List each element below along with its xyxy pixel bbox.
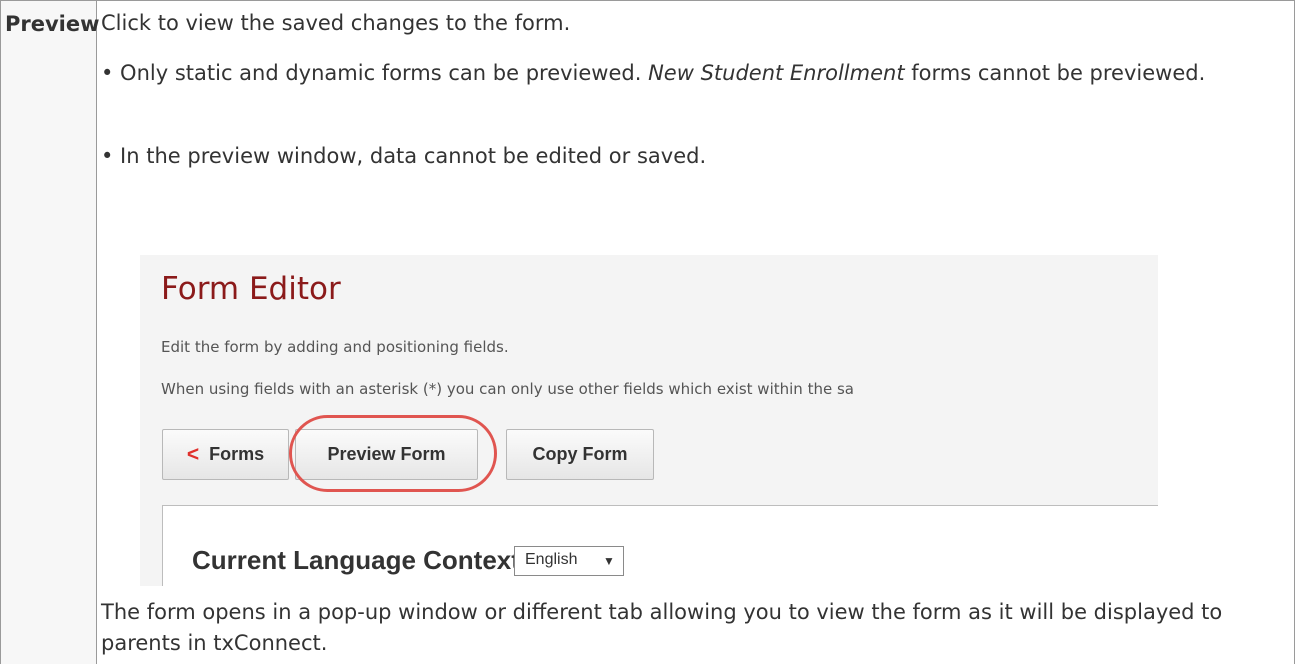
language-context-label: Current Language Context: [192,545,529,575]
forms-back-button[interactable]: < Forms [162,429,289,480]
intro-text: Click to view the saved changes to the f… [101,11,571,35]
language-select-value: English [525,551,578,568]
form-editor-desc-1: Edit the form by adding and positioning … [161,338,509,356]
language-select[interactable]: English ▼ [514,546,624,576]
term-cell [1,1,96,664]
bullet1-italic: New Student Enrollment [648,61,905,85]
column-divider [96,0,97,664]
copy-form-button[interactable]: Copy Form [506,429,654,480]
outro-text: The form opens in a pop-up window or dif… [101,600,1223,655]
form-editor-desc-2: When using fields with an asterisk (*) y… [161,380,854,398]
bullet1-text-end: forms cannot be previewed. [904,61,1206,85]
bullet1-text: • Only static and dynamic forms can be p… [101,61,649,85]
bullet-static-dynamic: • Only static and dynamic forms can be p… [101,58,1271,89]
definition-table: Preview Click to view the saved changes … [0,0,1295,664]
bullet-preview-window: • In the preview window, data cannot be … [101,144,707,168]
form-editor-screenshot: Form Editor Edit the form by adding and … [140,255,1158,586]
form-editor-title: Form Editor [161,271,341,307]
highlight-circle [289,415,497,492]
dropdown-arrow-icon: ▼ [603,554,615,568]
copy-form-label: Copy Form [532,444,628,464]
table-border-top [0,0,1295,1]
term-label: Preview [5,12,100,36]
forms-button-label: Forms [209,444,265,464]
back-arrow-icon: < [186,442,200,466]
table-border-left [0,0,1,664]
